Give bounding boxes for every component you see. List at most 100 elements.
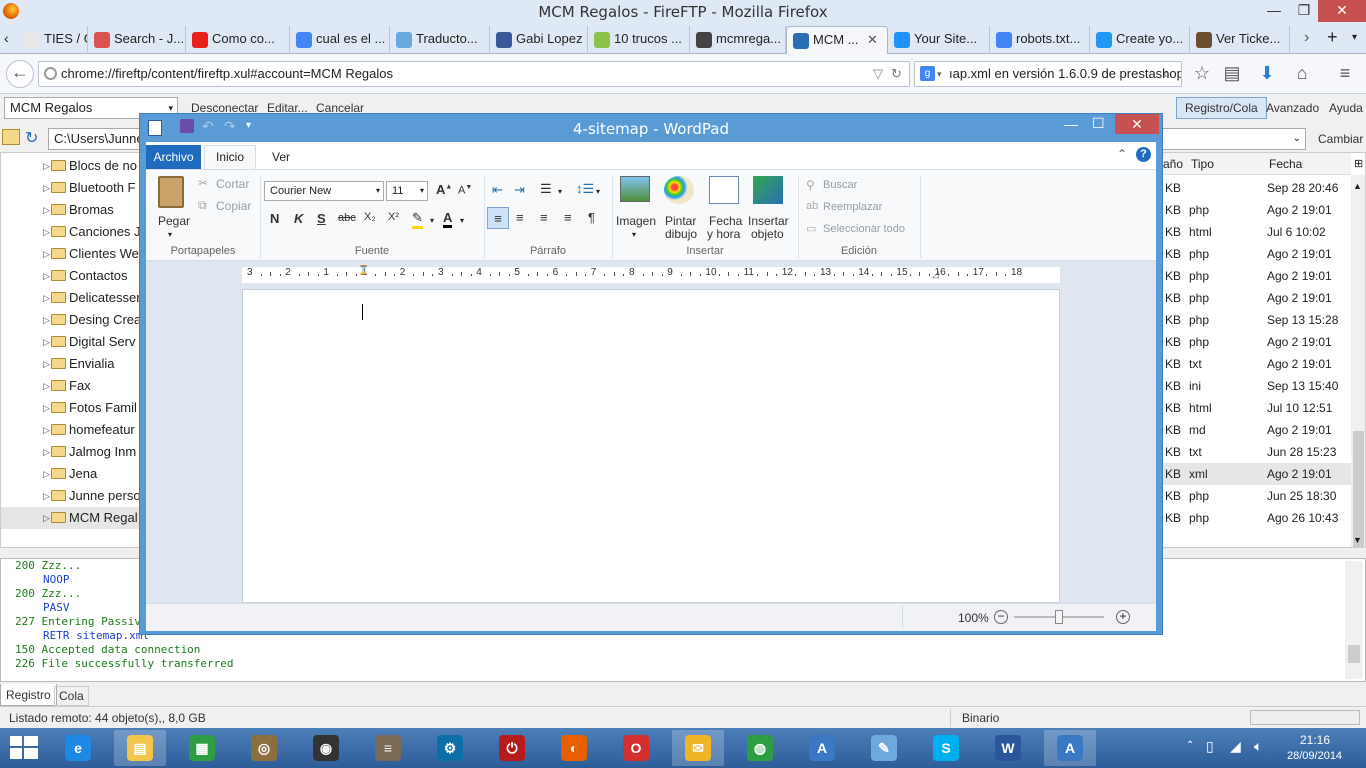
expand-arrow-icon[interactable]: ▷ [43,375,50,397]
expand-arrow-icon[interactable]: ▷ [43,353,50,375]
dropmarker-icon[interactable]: ▽ [873,62,883,86]
help-button[interactable]: Ayuda [1329,101,1363,115]
browser-tab[interactable]: Gabi Lopez [490,26,588,54]
expand-arrow-icon[interactable]: ▷ [43,507,50,529]
taskbar-task-button[interactable]: ⚙ [424,730,476,766]
remote-file-row[interactable]: KB html Jul 6 10:02 [1163,221,1351,243]
date-time-icon[interactable] [709,176,739,204]
taskbar-speaker-button[interactable]: ◉ [300,730,352,766]
volume-icon[interactable]: 🔈︎ [1254,738,1262,755]
taskbar-doc-button[interactable]: ≡ [362,730,414,766]
remote-file-row[interactable]: KB html Jul 10 12:51 [1163,397,1351,419]
taskbar-store-button[interactable]: ▦ [176,730,228,766]
change-button[interactable]: Cambiar [1318,132,1363,146]
expand-arrow-icon[interactable]: ▷ [43,463,50,485]
size-header[interactable]: año [1163,153,1183,175]
font-color-icon[interactable]: A [443,210,453,228]
remote-file-row[interactable]: KB php Ago 2 19:01 [1163,287,1351,309]
tree-item[interactable]: ▷ Clientes We [43,243,139,265]
tree-item[interactable]: ▷ Jalmog Inm [43,441,136,463]
zoom-slider[interactable] [1014,610,1104,624]
log-scrollbar[interactable] [1345,561,1363,679]
menu-icon[interactable]: ≡ [1333,62,1357,86]
expand-arrow-icon[interactable]: ▷ [43,485,50,507]
bullets-icon[interactable]: ☰ [540,181,552,197]
reload-icon[interactable]: ↻ [891,62,902,86]
browser-tab[interactable]: Como co... [186,26,290,54]
browser-tab[interactable]: Create yo... [1090,26,1190,54]
align-right-icon[interactable]: ≡ [540,210,548,225]
remote-file-row[interactable]: KB php Ago 26 10:43 [1163,507,1351,529]
zoom-in-icon[interactable]: + [1116,610,1130,624]
expand-arrow-icon[interactable]: ▷ [43,199,50,221]
new-tab-icon[interactable]: + [1327,27,1338,48]
align-center-icon[interactable]: ≡ [516,210,524,225]
grow-font-icon[interactable]: A▲ [436,182,452,197]
remote-file-row[interactable]: KB ini Sep 13 15:40 [1163,375,1351,397]
wordpad-minimize-button[interactable]: — [1064,116,1078,132]
document-page[interactable] [242,289,1060,603]
image-button[interactable]: Imagen [616,214,656,228]
browser-tab[interactable]: Your Site... [888,26,990,54]
taskbar-power-button[interactable]: ⏻ [486,730,538,766]
tab-queue[interactable]: Cola [54,686,89,706]
bookmarks-menu-icon[interactable]: ▤ [1220,62,1244,86]
first-line-indent-marker[interactable]: ⌛ [358,265,369,276]
increase-indent-icon[interactable]: ⇥ [514,182,525,198]
tree-item[interactable]: ▷ Digital Serv [43,331,135,353]
tree-item[interactable]: ▷ Blocs de no [43,155,137,177]
minimize-button[interactable]: — [1256,0,1292,22]
clock-date[interactable]: 28/09/2014 [1287,750,1342,762]
browser-tab[interactable]: MCM ... ✕ [786,26,888,54]
tree-item[interactable]: ▷ Jena [43,463,97,485]
tree-item[interactable]: ▷ Canciones J [43,221,141,243]
remote-file-row[interactable]: KB xml Ago 2 19:01 [1163,463,1351,485]
taskbar-explorer-button[interactable]: ▤ [114,730,166,766]
subscript-button[interactable]: X₂ [364,211,376,223]
justify-icon[interactable]: ≡ [564,210,572,225]
insert-object-line2[interactable]: objeto [751,227,784,241]
paste-button[interactable]: Pegar [158,214,190,228]
superscript-button[interactable]: X² [388,211,399,223]
font-family-select[interactable]: Courier New ▾ [264,181,384,201]
remote-file-row[interactable]: KB php Ago 2 19:01 [1163,199,1351,221]
local-path-input[interactable]: C:\Users\Junne\ [48,128,142,150]
battery-icon[interactable]: ▯ [1206,738,1214,755]
back-icon[interactable]: ← [6,60,34,88]
browser-tab[interactable]: robots.txt... [990,26,1090,54]
tab-log[interactable]: Registro [0,684,57,706]
font-size-select[interactable]: 11 ▾ [386,181,428,201]
copy-button[interactable]: Copiar [216,199,251,213]
expand-arrow-icon[interactable]: ▷ [43,155,50,177]
advanced-button[interactable]: Avanzado [1266,101,1319,115]
tree-item[interactable]: ▷ Fotos Famil [43,397,137,419]
tab-file[interactable]: Archivo [146,145,201,169]
expand-arrow-icon[interactable]: ▷ [43,265,50,287]
insert-object-icon[interactable] [753,176,783,204]
zoom-out-icon[interactable]: − [994,610,1008,624]
browser-tab[interactable]: Traducto... [390,26,490,54]
expand-arrow-icon[interactable]: ▷ [43,397,50,419]
tree-item[interactable]: ▷ Delicatesser [43,287,141,309]
collapse-ribbon-icon[interactable]: ⌃ [1117,147,1127,161]
search-icon[interactable]: ⌕ [1163,62,1170,86]
decrease-indent-icon[interactable]: ⇤ [492,182,503,198]
remote-file-row[interactable]: KB php Sep 13 15:28 [1163,309,1351,331]
taskbar-firefox-button[interactable]: ◐ [548,730,600,766]
expand-arrow-icon[interactable]: ▷ [43,331,50,353]
tab-home[interactable]: Inicio [204,145,256,169]
remote-file-row[interactable]: KB php Ago 2 19:01 [1163,265,1351,287]
paragraph-settings-icon[interactable]: ¶ [588,210,595,225]
tray-expand-icon[interactable]: ⌃ [1186,740,1194,751]
tree-item[interactable]: ▷ Fax [43,375,91,397]
expand-arrow-icon[interactable]: ▷ [43,441,50,463]
expand-arrow-icon[interactable]: ▷ [43,287,50,309]
remote-file-row[interactable]: KB php Ago 2 19:01 [1163,243,1351,265]
log-queue-button[interactable]: Registro/Cola [1176,97,1267,119]
tabs-list-icon[interactable]: ▾ [1352,32,1357,43]
remote-file-row[interactable]: KB Sep 28 20:46 [1163,177,1351,199]
taskbar-skype-button[interactable]: S [920,730,972,766]
tab-close-icon[interactable]: ✕ [867,27,878,53]
shrink-font-icon[interactable]: A▼ [458,184,472,197]
browser-tab[interactable]: Search - J... [88,26,186,54]
